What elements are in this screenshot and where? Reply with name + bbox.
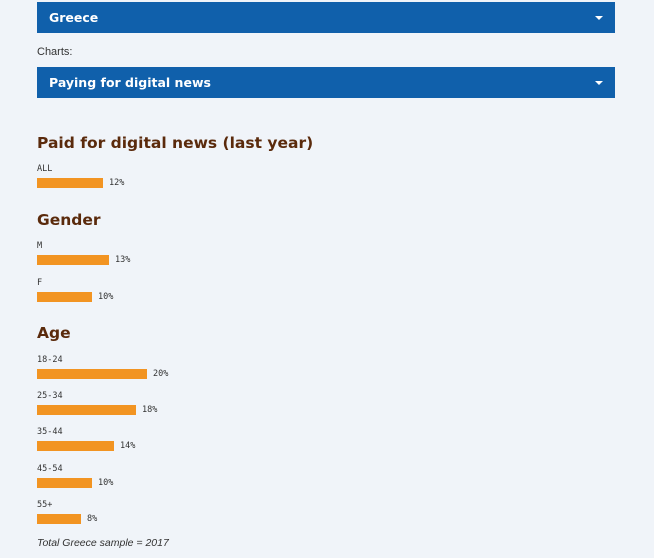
chart-dropdown[interactable]: Paying for digital news: [37, 67, 615, 98]
sample-footnote: Total Greece sample = 2017: [37, 537, 169, 549]
bar-value-label: 14%: [120, 441, 136, 451]
caret-down-icon: [595, 80, 603, 85]
bar-row: 12%: [37, 178, 124, 188]
chart-dropdown-label: Paying for digital news: [49, 75, 211, 90]
category-label: 25-34: [37, 391, 63, 401]
chart-section-title: Age: [37, 324, 71, 342]
bar: [37, 369, 147, 379]
chart-section-title: Gender: [37, 211, 101, 229]
bar-value-label: 18%: [142, 405, 158, 415]
charts-label: Charts:: [37, 46, 73, 58]
bar-row: 14%: [37, 441, 135, 451]
bar-row: 18%: [37, 405, 157, 415]
bar-value-label: 12%: [109, 178, 125, 188]
category-label: F: [37, 278, 43, 288]
bar: [37, 514, 81, 524]
bar: [37, 405, 136, 415]
category-label: ALL: [37, 164, 53, 174]
bar: [37, 178, 103, 188]
country-dropdown[interactable]: Greece: [37, 2, 615, 33]
country-dropdown-label: Greece: [49, 10, 99, 25]
category-label: M: [37, 241, 43, 251]
bar-value-label: 10%: [98, 478, 114, 488]
bar-row: 10%: [37, 292, 113, 302]
bar-value-label: 20%: [153, 369, 169, 379]
bar-value-label: 10%: [98, 292, 114, 302]
bar-value-label: 8%: [87, 514, 98, 524]
bar-row: 8%: [37, 514, 97, 524]
caret-down-icon: [595, 15, 603, 20]
chart-section-title: Paid for digital news (last year): [37, 134, 314, 152]
bar-value-label: 13%: [115, 255, 131, 265]
bar: [37, 478, 92, 488]
category-label: 18-24: [37, 355, 63, 365]
bar: [37, 292, 92, 302]
category-label: 55+: [37, 500, 53, 510]
bar-row: 20%: [37, 369, 168, 379]
bar: [37, 255, 109, 265]
bar-row: 10%: [37, 478, 113, 488]
bar: [37, 441, 114, 451]
bar-row: 13%: [37, 255, 130, 265]
category-label: 35-44: [37, 427, 63, 437]
category-label: 45-54: [37, 464, 63, 474]
